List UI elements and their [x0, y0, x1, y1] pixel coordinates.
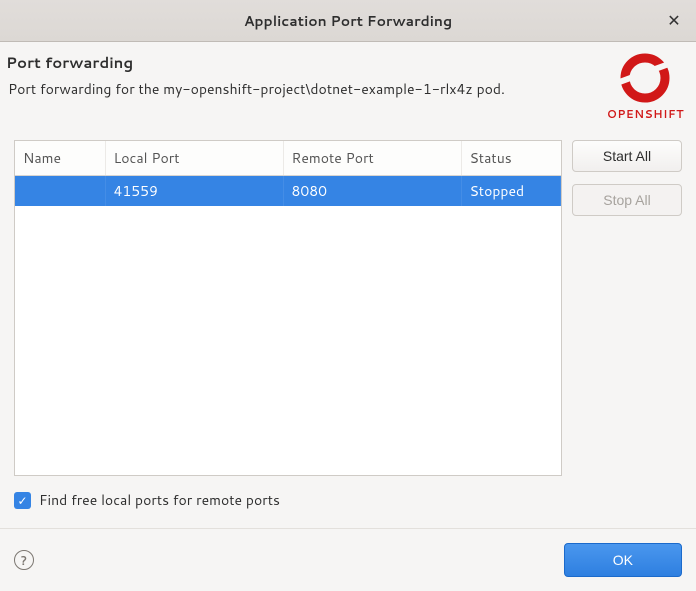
header-description: Port forwarding for the my-openshift-pro… [6, 79, 597, 99]
cell-name [15, 176, 105, 207]
ok-button[interactable]: OK [564, 543, 682, 577]
col-status[interactable]: Status [461, 141, 561, 176]
find-free-ports-checkbox[interactable]: ✓ [14, 492, 31, 509]
main-area: Name Local Port Remote Port Status 41559… [0, 128, 696, 484]
header-text: Port forwarding Port forwarding for the … [6, 52, 597, 99]
header: Port forwarding Port forwarding for the … [0, 42, 696, 128]
checkbox-label[interactable]: Find free local ports for remote ports [39, 490, 280, 510]
openshift-ring-icon [619, 52, 671, 104]
table-row[interactable]: 41559 8080 Stopped [15, 176, 561, 207]
port-table[interactable]: Name Local Port Remote Port Status 41559… [14, 140, 562, 476]
openshift-logo: OPENSHIFT [607, 52, 684, 122]
col-remote-port[interactable]: Remote Port [283, 141, 461, 176]
start-all-button[interactable]: Start All [572, 140, 682, 172]
checkbox-row: ✓ Find free local ports for remote ports [0, 484, 696, 528]
col-name[interactable]: Name [15, 141, 105, 176]
openshift-logo-text: OPENSHIFT [607, 106, 684, 122]
titlebar: Application Port Forwarding ✕ [0, 0, 696, 42]
close-icon[interactable]: ✕ [664, 10, 684, 30]
stop-all-button[interactable]: Stop All [572, 184, 682, 216]
side-buttons: Start All Stop All [572, 140, 682, 476]
help-icon[interactable]: ? [14, 550, 34, 570]
cell-local-port: 41559 [105, 176, 283, 207]
table-header-row: Name Local Port Remote Port Status [15, 141, 561, 176]
cell-status: Stopped [461, 176, 561, 207]
header-title: Port forwarding [6, 52, 597, 73]
footer: ? OK [0, 528, 696, 591]
cell-remote-port: 8080 [283, 176, 461, 207]
window-title: Application Port Forwarding [244, 11, 452, 31]
col-local-port[interactable]: Local Port [105, 141, 283, 176]
